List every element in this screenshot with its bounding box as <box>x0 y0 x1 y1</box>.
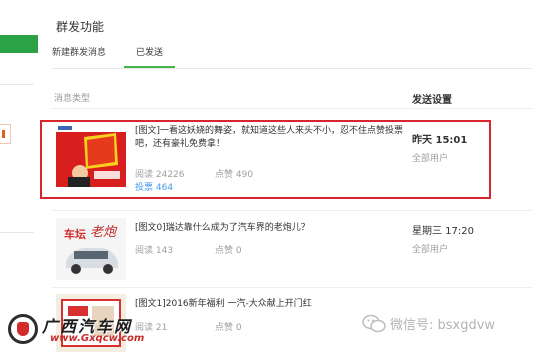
sidebar-active-item[interactable] <box>0 35 38 53</box>
site-watermark-logo: 广西汽车网 www.Gxqcw.com <box>4 308 144 350</box>
sidebar-divider <box>0 232 34 233</box>
wechat-id: 微信号: bsxgdvw <box>390 318 496 333</box>
row-divider <box>52 287 532 288</box>
like-count: 点赞 0 <box>215 246 242 256</box>
recipient: 全部用户 <box>412 245 449 255</box>
header-divider <box>52 108 532 109</box>
like-count: 点赞 0 <box>215 323 242 333</box>
row-divider <box>52 210 532 211</box>
sidebar-badge <box>0 124 11 144</box>
column-header-type: 消息类型 <box>54 94 91 104</box>
message-title[interactable]: [图文0]瑞达靠什么成为了汽车界的老炮儿？ <box>135 222 310 235</box>
tab-new-broadcast[interactable]: 新建群发消息 <box>52 46 106 66</box>
wechat-icon <box>362 314 386 333</box>
message-title[interactable]: [图文1]2016新年福利 一汽-大众献上开门红 <box>135 298 312 311</box>
column-header-time: 发送设置 <box>412 95 452 106</box>
tab-divider <box>52 68 532 69</box>
car-image: 车坛 老炮 <box>56 218 126 280</box>
svg-text:车坛: 车坛 <box>64 227 86 241</box>
svg-text:老炮: 老炮 <box>90 225 118 240</box>
send-time: 星期三 17:20 <box>412 226 474 237</box>
tab-sent[interactable]: 已发送 <box>124 46 176 68</box>
site-logo-icon <box>8 314 38 344</box>
message-thumbnail[interactable]: 车坛 老炮 <box>56 218 126 280</box>
read-count: 阅读 143 <box>135 246 174 256</box>
watermark-site-url: www.Gxqcw.com <box>50 333 145 344</box>
page-title: 群发功能 <box>56 20 105 34</box>
left-sidebar <box>0 0 39 352</box>
highlight-box <box>40 120 491 199</box>
sidebar-divider <box>0 84 34 85</box>
